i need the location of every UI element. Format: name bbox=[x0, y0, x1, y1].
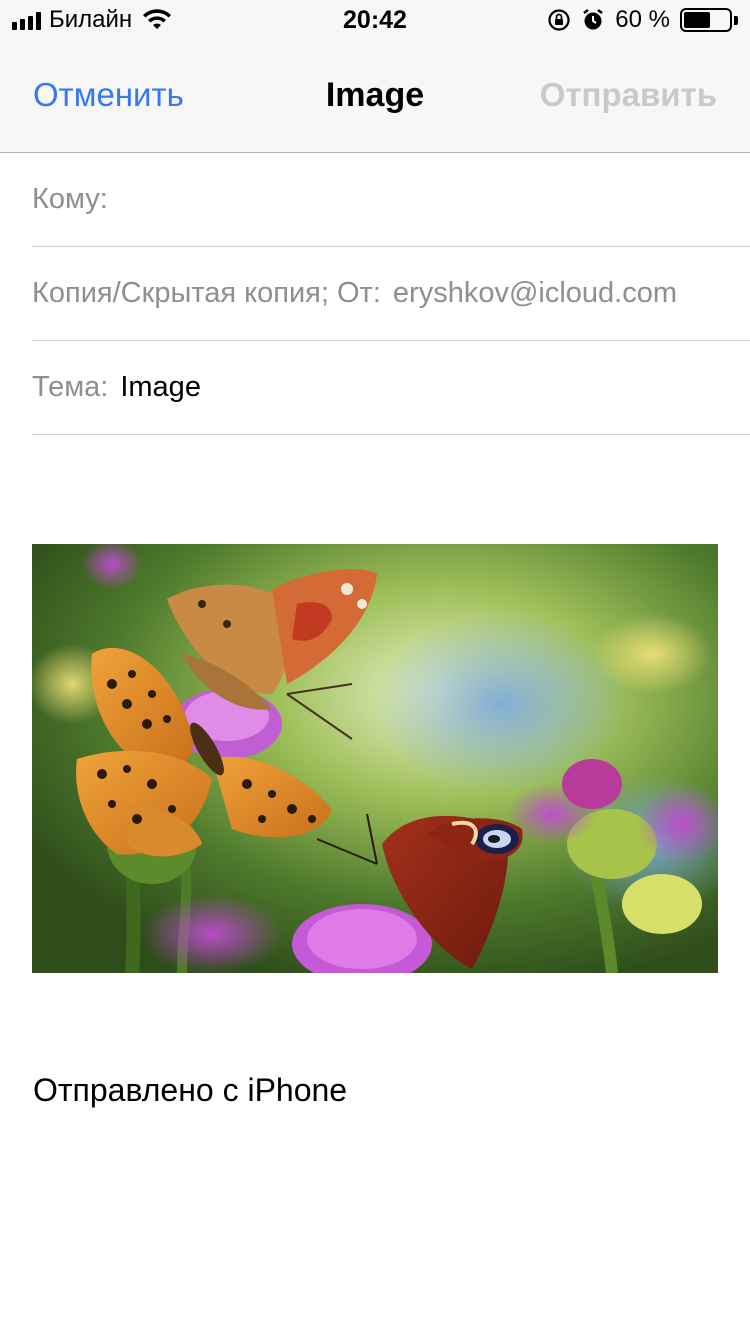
cancel-button[interactable]: Отменить bbox=[33, 76, 184, 114]
cc-from-field-row[interactable]: Копия/Скрытая копия; От: eryshkov@icloud… bbox=[32, 247, 750, 341]
send-button[interactable]: Отправить bbox=[540, 76, 717, 114]
email-signature[interactable]: Отправлено с iPhone bbox=[33, 1072, 347, 1109]
status-right: 60 % bbox=[547, 6, 738, 34]
subject-field-row[interactable]: Тема: Image bbox=[32, 341, 750, 435]
alarm-icon bbox=[583, 9, 604, 30]
to-label: Кому: bbox=[32, 183, 108, 215]
status-bar: Билайн 20:42 60 % bbox=[0, 0, 750, 40]
rotation-lock-icon bbox=[548, 9, 570, 31]
to-field-row[interactable]: Кому: bbox=[32, 153, 750, 247]
navigation-bar: Отменить Image Отправить bbox=[0, 40, 750, 153]
battery-percent: 60 % bbox=[615, 6, 670, 33]
subject-input[interactable]: Image bbox=[120, 371, 201, 404]
subject-label: Тема: bbox=[32, 371, 109, 403]
mail-compose-screen: Билайн 20:42 60 % Отменить Image Отправи… bbox=[0, 0, 750, 1334]
butterflies-photo bbox=[32, 544, 718, 973]
from-address[interactable]: eryshkov@icloud.com bbox=[393, 277, 677, 310]
attached-butterflies-image[interactable] bbox=[32, 544, 718, 973]
cc-from-label: Копия/Скрытая копия; От: bbox=[32, 277, 381, 309]
battery-icon bbox=[680, 8, 738, 32]
